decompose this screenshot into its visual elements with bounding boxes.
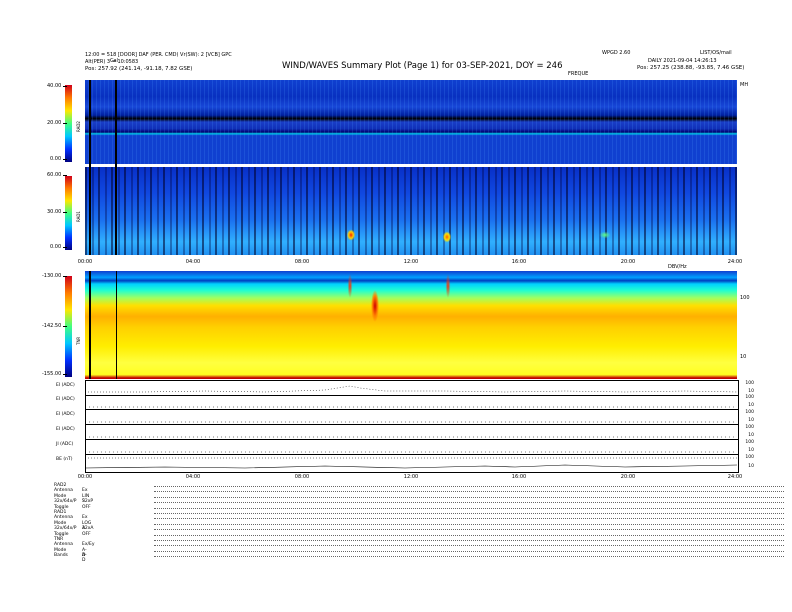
timeseries-right-tick: 100 bbox=[745, 455, 754, 460]
timeseries-right-tick: 100 bbox=[745, 425, 754, 430]
time-axis-upper: 00:00 04:00 08:00 12:00 16:00 20:00 24:0… bbox=[78, 259, 742, 267]
rad1-tick: 60.00 bbox=[47, 172, 68, 178]
header-right-pos: Pos: 257.25 (238.88, -93.85, 7.46 GSE) bbox=[637, 65, 745, 71]
rad1-label: RAD1 bbox=[76, 211, 81, 222]
header-left-line1: 12:00 = 518 [DOOR] DAF (PER. CMD) Vr(SW)… bbox=[85, 52, 232, 58]
timeseries-right-tick: 10 bbox=[748, 418, 754, 423]
rad2-tick: 20.00 bbox=[47, 120, 68, 126]
timeseries-traces bbox=[85, 385, 737, 469]
rad2-tick: 0.00 bbox=[50, 156, 68, 162]
tnr-tick: -142.50 bbox=[42, 323, 68, 329]
cal-label: Cal bbox=[110, 58, 118, 64]
header-right-id1: WPGD 2.60 bbox=[602, 50, 631, 56]
timeseries-name: EI (ADC) bbox=[56, 383, 75, 388]
timeseries-right-tick: 10 bbox=[748, 433, 754, 438]
rad1-spectrogram bbox=[85, 167, 737, 255]
trace-line bbox=[85, 464, 737, 469]
header-right-id2: LIST/OS/mail bbox=[700, 50, 732, 56]
timeseries-name: EI (ADC) bbox=[56, 427, 75, 432]
time-tick: 12:00 bbox=[403, 474, 419, 480]
timeseries-name: EI (ADC) bbox=[56, 397, 75, 402]
rad2-top-right-label: MH bbox=[740, 82, 749, 88]
timeseries-right-tick: 10 bbox=[748, 448, 754, 453]
tnr-tick: -155.00 bbox=[42, 371, 68, 377]
rad2-label: RAD2 bbox=[76, 121, 81, 132]
cal-marker-line bbox=[89, 80, 91, 255]
timeseries-name: JI (ADC) bbox=[56, 442, 74, 447]
cal-marker-line bbox=[115, 80, 117, 255]
timeseries-right-tick: 10 bbox=[748, 389, 754, 394]
page-title: WIND/WAVES Summary Plot (Page 1) for 03-… bbox=[282, 61, 563, 71]
cal-marker-line bbox=[89, 271, 91, 379]
tnr-label: TNR bbox=[76, 336, 81, 345]
time-tick: 20:00 bbox=[620, 474, 636, 480]
time-tick: 24:00 bbox=[727, 474, 743, 480]
timeseries-name: EI (ADC) bbox=[56, 412, 75, 417]
rad1-tick: 0.00 bbox=[50, 244, 68, 250]
trace-line bbox=[85, 385, 737, 393]
time-tick: 20:00 bbox=[620, 259, 636, 265]
time-axis-lower: 00:00 04:00 08:00 12:00 16:00 20:00 24:0… bbox=[78, 474, 742, 482]
rad1-tick: 30.00 bbox=[47, 209, 68, 215]
timeseries-right-tick: 100 bbox=[745, 440, 754, 445]
time-tick: 16:00 bbox=[511, 474, 527, 480]
time-tick: 12:00 bbox=[403, 259, 419, 265]
time-tick: 00:00 bbox=[77, 474, 93, 480]
header-right-line2: DAILY 2021-09-04 14:26:13 bbox=[648, 58, 717, 64]
time-tick: 08:00 bbox=[294, 474, 310, 480]
tnr-right-tick: 100 bbox=[740, 295, 750, 301]
time-tick: 00:00 bbox=[77, 259, 93, 265]
timeseries-right-tick: 100 bbox=[745, 381, 754, 386]
freq-label: FREQUE bbox=[568, 71, 589, 77]
timeseries-right-tick: 100 bbox=[745, 395, 754, 400]
cal-marker-line bbox=[116, 271, 117, 379]
timeseries-right-tick: 10 bbox=[748, 464, 754, 469]
rad2-tick: 40.00 bbox=[47, 83, 68, 89]
time-tick: 16:00 bbox=[511, 259, 527, 265]
rad2-spectrogram bbox=[85, 80, 737, 164]
timeseries-name: BE (nT) bbox=[56, 457, 73, 462]
time-tick: 04:00 bbox=[185, 259, 201, 265]
header-left-pos: Pos: 257.92 (241.14, -91.18, 7.82 GSE) bbox=[85, 66, 193, 72]
time-tick: 04:00 bbox=[185, 474, 201, 480]
tnr-top-right-label: DBV/Hz bbox=[668, 264, 687, 270]
tnr-spectrogram bbox=[85, 271, 737, 379]
timeseries-right-tick: 10 bbox=[748, 403, 754, 408]
timeseries-right-tick: 100 bbox=[745, 410, 754, 415]
rad1-colorbar bbox=[65, 176, 72, 250]
time-tick: 24:00 bbox=[727, 259, 743, 265]
tnr-right-tick: 10 bbox=[740, 354, 747, 360]
tnr-tick: -130.00 bbox=[42, 273, 68, 279]
time-tick: 08:00 bbox=[294, 259, 310, 265]
